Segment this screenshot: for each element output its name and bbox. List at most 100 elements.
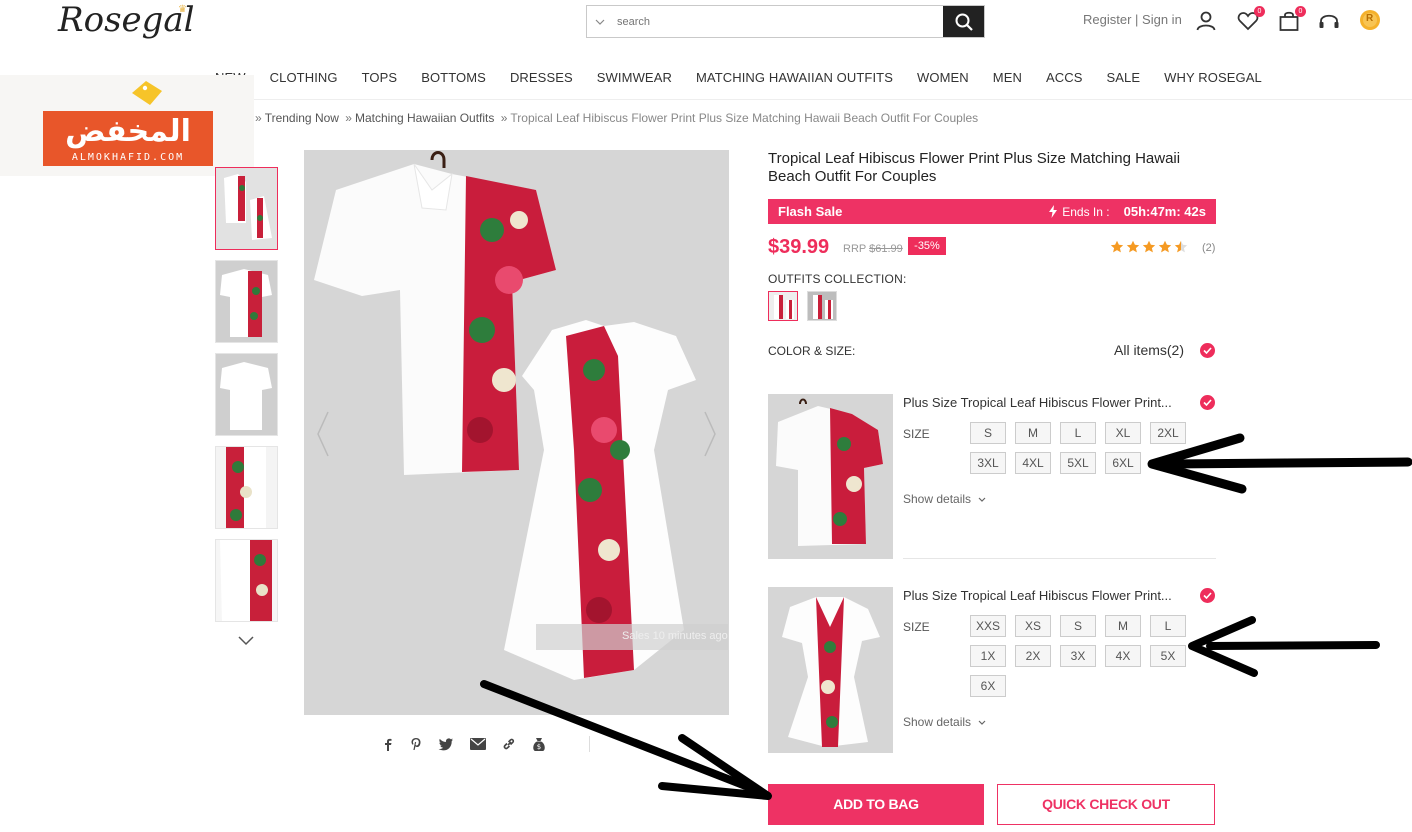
chevron-down-icon: [978, 720, 986, 725]
item-1-size-m[interactable]: M: [1015, 422, 1051, 444]
all-items-check-icon[interactable]: [1200, 343, 1215, 358]
nav-item-sale[interactable]: SALE: [1107, 70, 1141, 85]
thumbnail-1[interactable]: [215, 167, 278, 250]
item-2-image[interactable]: [768, 587, 893, 753]
item-2-size-l[interactable]: L: [1150, 615, 1186, 637]
wishlist-count-badge: 0: [1254, 6, 1265, 17]
rrp: RRP $61.99: [843, 243, 903, 255]
breadcrumb-separator: »: [255, 111, 262, 125]
review-count[interactable]: (2): [1202, 242, 1215, 254]
link-icon[interactable]: [502, 737, 516, 751]
wishlist-heart-icon[interactable]: 0: [1236, 6, 1265, 33]
watermark-arabic-text: المخفض: [65, 114, 191, 149]
nav-item-women[interactable]: WOMEN: [917, 70, 969, 85]
twitter-icon[interactable]: [438, 737, 454, 751]
breadcrumb-separator: »: [500, 111, 508, 125]
add-to-bag-button[interactable]: ADD TO BAG: [768, 784, 984, 825]
register-link[interactable]: Register: [1083, 12, 1131, 27]
thumbnail-2[interactable]: [215, 260, 278, 343]
item-2-size-2x[interactable]: 2X: [1015, 645, 1051, 667]
email-icon[interactable]: [470, 738, 486, 750]
item-2-size-4x[interactable]: 4X: [1105, 645, 1141, 667]
sign-in-link[interactable]: Sign in: [1142, 12, 1182, 27]
search-input[interactable]: [613, 6, 943, 37]
user-icon[interactable]: [1194, 9, 1218, 33]
item-1-size-l[interactable]: L: [1060, 422, 1096, 444]
money-bag-icon[interactable]: $: [532, 736, 546, 752]
item-1-size-label: SIZE: [903, 427, 930, 441]
item-1-size-2xl[interactable]: 2XL: [1150, 422, 1186, 444]
thumbnail-5[interactable]: [215, 539, 278, 622]
product-title: Tropical Leaf Hibiscus Flower Print Plus…: [768, 150, 1181, 185]
bag-count-badge: 0: [1295, 6, 1306, 17]
flash-sale-label: Flash Sale: [778, 204, 843, 219]
countdown-timer: 05h:47m: 42s: [1123, 204, 1206, 219]
watermark-overlay: المخفض ALMOKHAFID.COM: [0, 75, 254, 176]
search-button[interactable]: [943, 6, 984, 37]
nav-item-matching-hawaiian-outfits[interactable]: MATCHING HAWAIIAN OUTFITS: [696, 70, 893, 85]
headset-support-icon[interactable]: [1317, 9, 1341, 33]
item-2-size-1x[interactable]: 1X: [970, 645, 1006, 667]
thumbnail-list: [215, 167, 278, 632]
item-1-image[interactable]: [768, 394, 893, 559]
item-1-size-s[interactable]: S: [970, 422, 1006, 444]
item-1-size-4xl[interactable]: 4XL: [1015, 452, 1051, 474]
pinterest-icon[interactable]: [410, 737, 422, 751]
breadcrumb-current: Tropical Leaf Hibiscus Flower Print Plus…: [510, 111, 979, 125]
quick-checkout-button[interactable]: QUICK CHECK OUT: [997, 784, 1215, 825]
watermark-logo: المخفض ALMOKHAFID.COM: [43, 111, 213, 166]
item-2-size-xs[interactable]: XS: [1015, 615, 1051, 637]
item-1-size-xl[interactable]: XL: [1105, 422, 1141, 444]
nav-item-why-rosegal[interactable]: WHY ROSEGAL: [1164, 70, 1262, 85]
nav-item-tops[interactable]: TOPS: [362, 70, 398, 85]
arrow-to-item-2-sizes: [1188, 616, 1380, 677]
sale-price: $39.99: [768, 236, 830, 258]
facebook-icon[interactable]: [382, 737, 394, 751]
nav-item-men[interactable]: MEN: [993, 70, 1022, 85]
shopping-bag-icon[interactable]: 0: [1277, 6, 1306, 33]
rating-stars[interactable]: [1110, 240, 1188, 254]
recent-sales-overlay: Sales 10 minutes ago: [622, 630, 728, 642]
collection-option-1[interactable]: [768, 291, 798, 321]
nav-item-swimwear[interactable]: SWIMWEAR: [597, 70, 672, 85]
search-category-chevron-icon[interactable]: [587, 6, 613, 37]
thumbnail-3[interactable]: [215, 353, 278, 436]
nav-item-dresses[interactable]: DRESSES: [510, 70, 573, 85]
nav-item-bottoms[interactable]: BOTTOMS: [421, 70, 486, 85]
item-1-check-icon[interactable]: [1200, 395, 1215, 410]
nav-item-accs[interactable]: ACCS: [1046, 70, 1083, 85]
item-2-show-details-label: Show details: [903, 715, 972, 729]
thumbnails-next-chevron-icon[interactable]: [236, 634, 256, 648]
item-2-size-label: SIZE: [903, 620, 930, 634]
item-2-show-details[interactable]: Show details: [903, 715, 986, 729]
item-2-size-m[interactable]: M: [1105, 615, 1141, 637]
nav-item-clothing[interactable]: CLOTHING: [270, 70, 338, 85]
breadcrumb-matching-hawaiian-outfits[interactable]: Matching Hawaiian Outfits: [355, 111, 494, 125]
item-1-show-details[interactable]: Show details: [903, 492, 986, 506]
item-2-size-s[interactable]: S: [1060, 615, 1096, 637]
rrp-label: RRP: [843, 243, 867, 255]
star-icon: [1158, 240, 1172, 253]
logo-crown-icon: ♛: [178, 4, 187, 15]
item-2-check-icon[interactable]: [1200, 588, 1215, 603]
item-1-size-5xl[interactable]: 5XL: [1060, 452, 1096, 474]
item-1-size-6xl[interactable]: 6XL: [1105, 452, 1141, 474]
main-product-image[interactable]: Sales 10 minutes ago: [304, 150, 729, 715]
breadcrumb-trending-now[interactable]: Trending Now: [265, 111, 339, 125]
item-2-size-xxs[interactable]: XXS: [970, 615, 1006, 637]
main-nav: NEW CLOTHING TOPS BOTTOMS DRESSES SWIMWE…: [215, 70, 1286, 85]
thumbnail-4[interactable]: [215, 446, 278, 529]
search-icon: [955, 13, 973, 31]
collection-option-2[interactable]: [807, 291, 837, 321]
star-half-icon: [1174, 240, 1188, 253]
coin-icon[interactable]: R: [1359, 9, 1383, 33]
search-bar: [586, 5, 985, 38]
all-items-toggle[interactable]: All items(2): [1114, 342, 1184, 358]
item-1-size-3xl[interactable]: 3XL: [970, 452, 1006, 474]
star-icon: [1110, 240, 1124, 253]
item-2-size-6x[interactable]: 6X: [970, 675, 1006, 697]
item-2-size-5x[interactable]: 5X: [1150, 645, 1186, 667]
site-logo[interactable]: Rosegal: [58, 0, 195, 40]
item-2-size-3x[interactable]: 3X: [1060, 645, 1096, 667]
breadcrumb: » Trending Now » Matching Hawaiian Outfits…: [252, 111, 978, 125]
